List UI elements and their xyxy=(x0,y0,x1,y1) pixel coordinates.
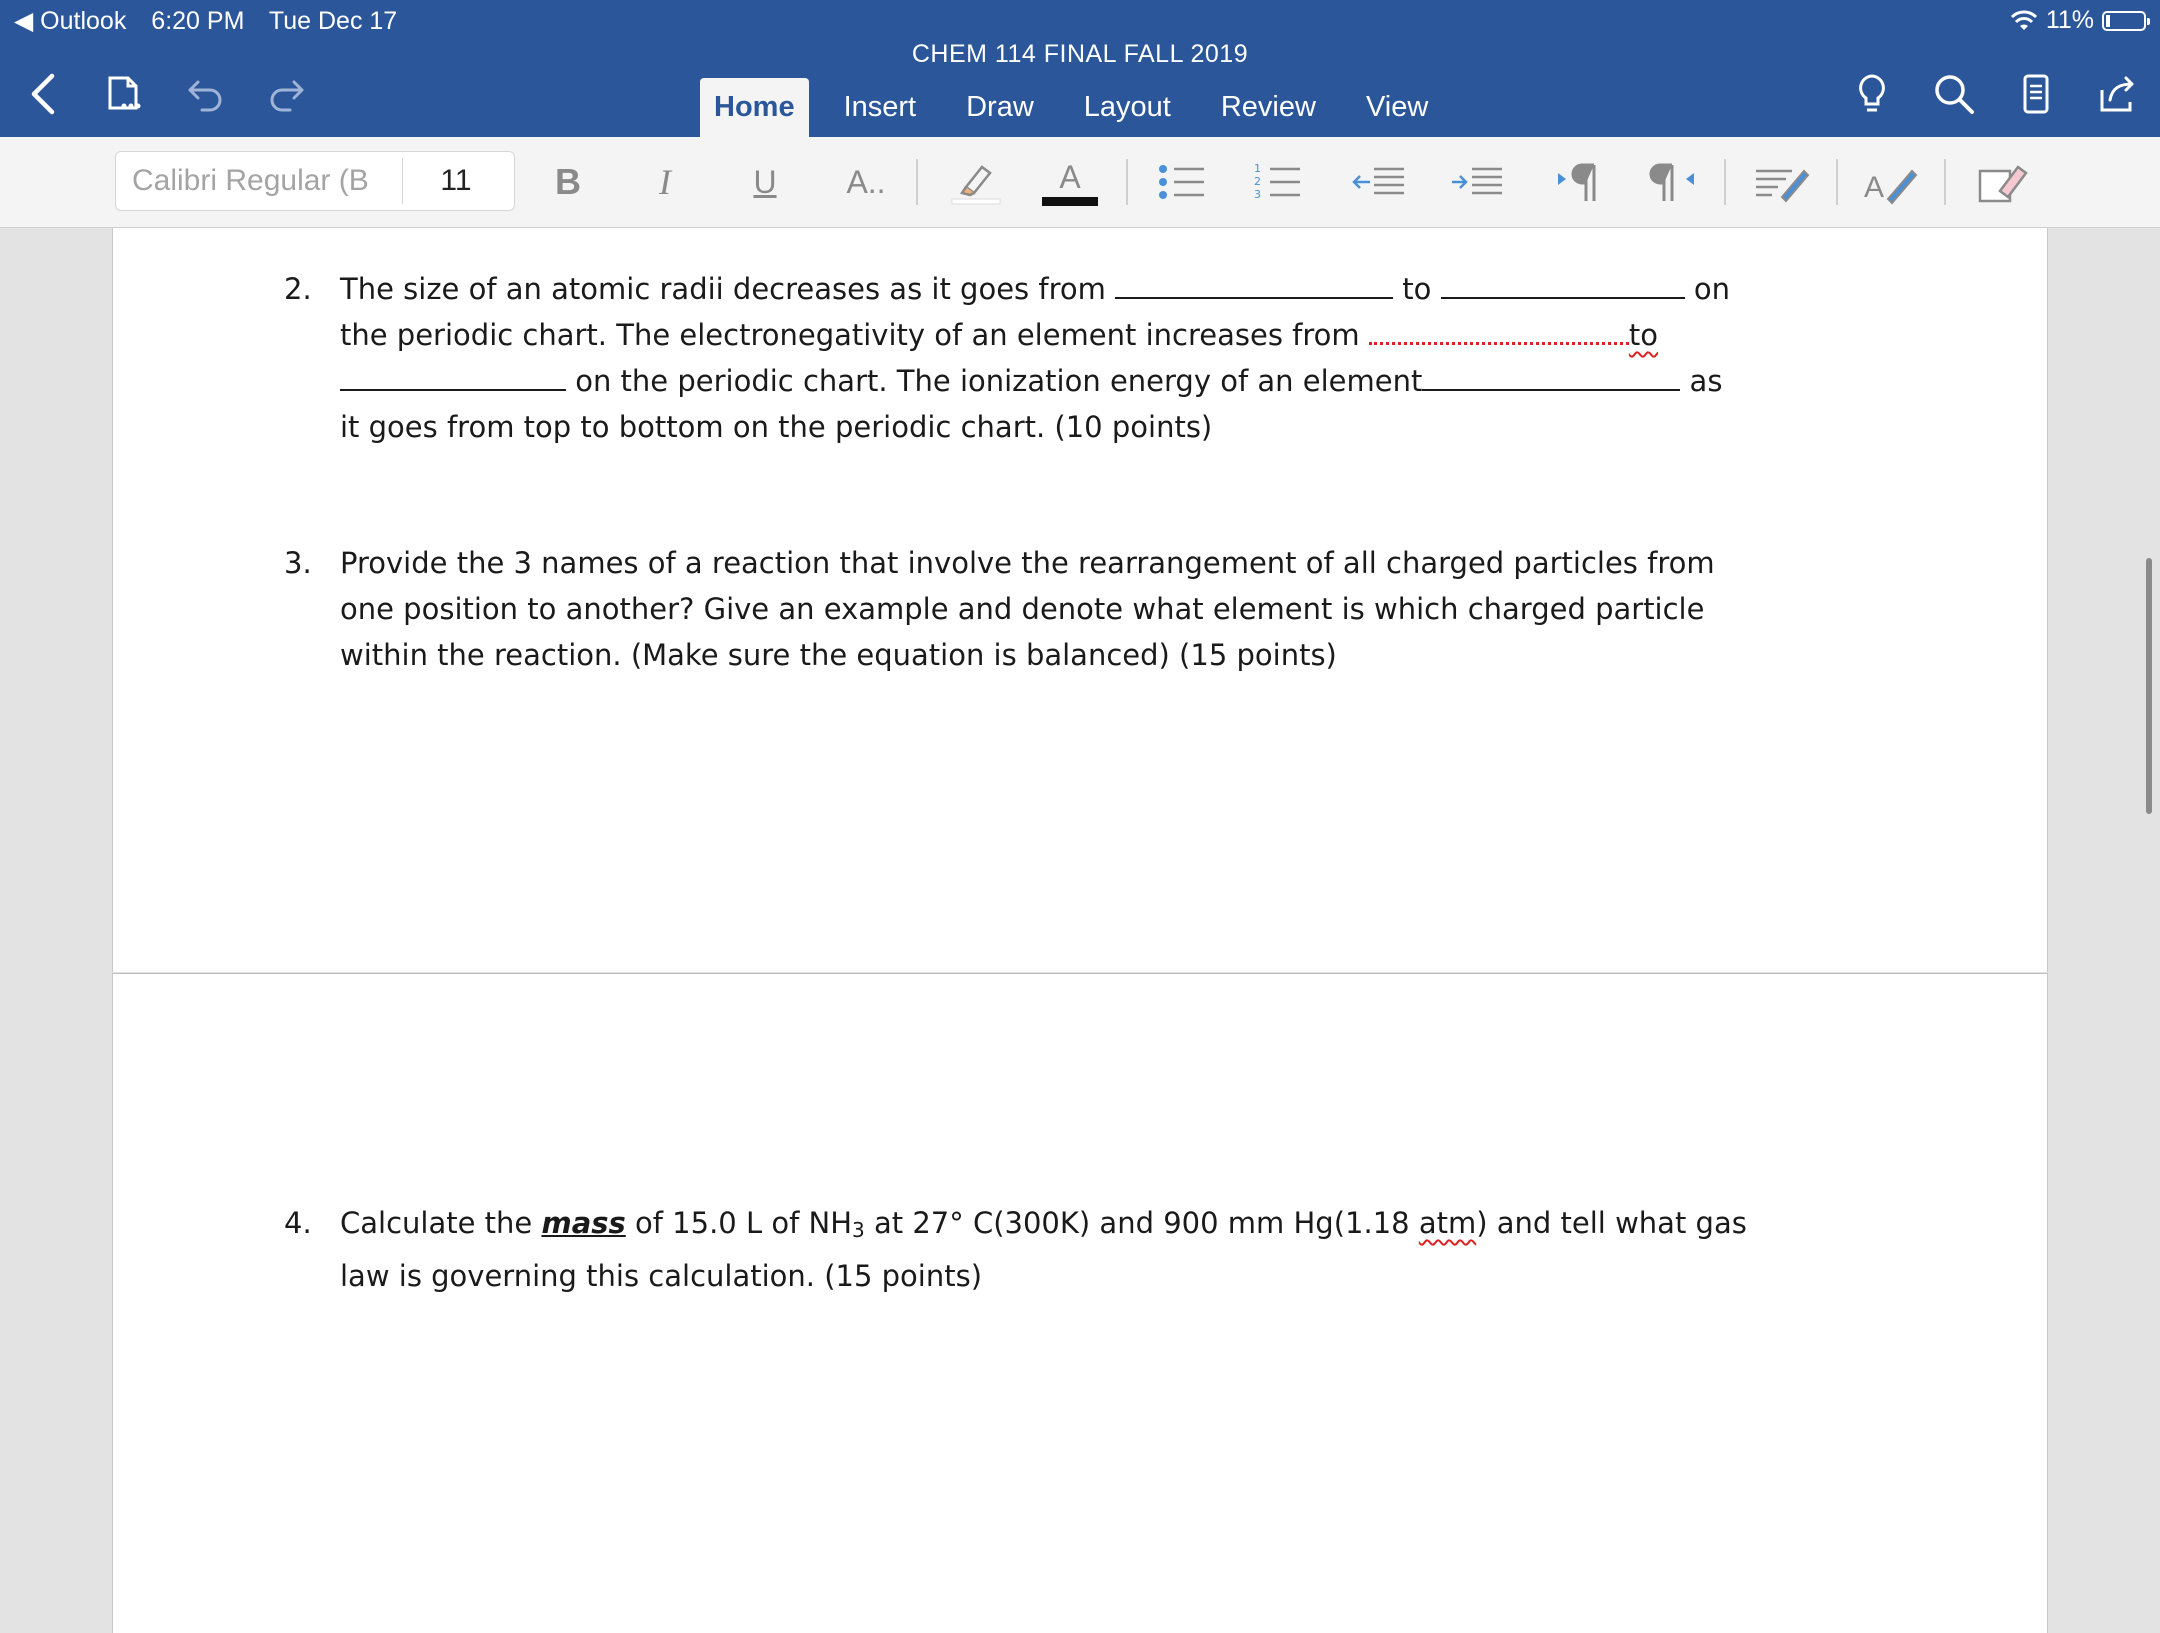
vertical-scrollbar[interactable] xyxy=(2146,558,2152,814)
decrease-indent-icon[interactable] xyxy=(1350,157,1408,207)
font-color-button[interactable]: A xyxy=(1040,157,1100,207)
ribbon-separator xyxy=(1944,159,1946,205)
text-segment: to xyxy=(1628,318,1659,352)
subscript: 3 xyxy=(852,1218,865,1242)
question-line: law is governing this calculation. (15 p… xyxy=(340,1259,983,1293)
spellcheck-word[interactable]: atm xyxy=(1419,1206,1476,1240)
question-line: The size of an atomic radii decreases as… xyxy=(340,266,1820,312)
answer-blank[interactable] xyxy=(1440,267,1685,299)
highlighter-icon[interactable] xyxy=(948,157,1004,207)
question-number: 3. xyxy=(284,546,312,580)
text-segment: to xyxy=(1393,272,1441,306)
text-segment: on the periodic chart. The ionization en… xyxy=(566,364,1423,398)
font-color-swatch xyxy=(1042,197,1098,206)
tab-view[interactable]: View xyxy=(1351,78,1443,137)
answer-blank[interactable] xyxy=(340,359,566,391)
status-date: Tue Dec 17 xyxy=(268,7,398,35)
underline-button[interactable]: U xyxy=(740,157,790,207)
svg-text:3: 3 xyxy=(1254,188,1261,201)
text-segment: Calculate the xyxy=(340,1206,542,1240)
status-bar-left: ◀ Outlook 6:20 PM Tue Dec 17 xyxy=(14,6,415,36)
lightbulb-icon[interactable] xyxy=(1846,68,1898,120)
text-segment: as xyxy=(1680,364,1723,398)
clear-formatting-icon[interactable] xyxy=(1970,157,2032,207)
text-segment: The size of an atomic radii decreases as… xyxy=(340,272,1116,306)
question-text: The size of an atomic radii decreases as… xyxy=(340,266,1820,450)
undo-icon[interactable] xyxy=(180,68,232,120)
question-number: 4. xyxy=(284,1206,312,1240)
question-line: the periodic chart. The electronegativit… xyxy=(340,312,1820,358)
question-line: within the reaction. (Make sure the equa… xyxy=(340,638,1337,672)
question-number: 2. xyxy=(284,272,312,306)
text-segment: at 27° C(300K) and 900 mm Hg(1.18 xyxy=(864,1206,1419,1240)
font-box-divider xyxy=(402,158,403,204)
font-selector[interactable]: Calibri Regular (B 11 xyxy=(115,151,515,211)
font-name-field[interactable]: Calibri Regular (B xyxy=(132,152,402,210)
bullet-list-icon[interactable] xyxy=(1154,157,1212,207)
question-line: one position to another? Give an example… xyxy=(340,592,1705,626)
text-segment: the periodic chart. The electronegativit… xyxy=(340,318,1369,352)
tab-draw[interactable]: Draw xyxy=(951,78,1049,137)
answer-blank[interactable] xyxy=(1115,267,1394,299)
battery-icon xyxy=(2102,10,2150,31)
document-page-2[interactable] xyxy=(112,973,2048,1633)
tab-insert[interactable]: Insert xyxy=(829,78,932,137)
font-size-field[interactable]: 11 xyxy=(416,152,496,210)
document-title: CHEM 114 FINAL FALL 2019 xyxy=(911,40,1249,68)
tab-review[interactable]: Review xyxy=(1206,78,1331,137)
font-effects-button[interactable]: A.. xyxy=(836,157,896,207)
question-line: Provide the 3 names of a reaction that i… xyxy=(340,546,1715,580)
search-icon[interactable] xyxy=(1928,68,1980,120)
text-segment: on xyxy=(1684,272,1730,306)
question-line: on the periodic chart. The ionization en… xyxy=(340,358,1820,404)
bold-button[interactable]: B xyxy=(543,157,593,207)
wifi-icon xyxy=(2010,10,2037,30)
answer-blank[interactable] xyxy=(1422,359,1681,391)
back-to-app-link[interactable]: ◀ Outlook xyxy=(14,7,126,35)
svg-text:2: 2 xyxy=(1254,175,1261,188)
app-header: ◀ Outlook 6:20 PM Tue Dec 17 11% CHEM 11… xyxy=(0,0,2160,137)
home-ribbon: Calibri Regular (B 11 B I U A.. A 1 2 3 xyxy=(0,137,2160,228)
numbered-list-icon[interactable]: 1 2 3 xyxy=(1250,157,1308,207)
redo-icon[interactable] xyxy=(260,68,312,120)
italic-button[interactable]: I xyxy=(640,157,690,207)
ribbon-separator xyxy=(916,159,918,205)
ribbon-separator xyxy=(1724,159,1726,205)
emphasized-word: mass xyxy=(541,1206,626,1240)
ltr-paragraph-icon[interactable] xyxy=(1552,157,1606,207)
tab-home[interactable]: Home xyxy=(700,78,809,137)
text-segment: ) and tell what gas xyxy=(1476,1206,1747,1240)
ribbon-tabs: Home Insert Draw Layout Review View xyxy=(700,78,1463,137)
question-text: Provide the 3 names of a reaction that i… xyxy=(340,540,1820,678)
answer-blank[interactable] xyxy=(1368,312,1629,345)
share-icon[interactable] xyxy=(2092,68,2144,120)
svg-text:1: 1 xyxy=(1254,162,1261,175)
status-bar-right: 11% xyxy=(2010,6,2150,35)
svg-text:A: A xyxy=(1864,171,1884,204)
paragraph-styles-icon[interactable] xyxy=(1752,157,1812,207)
question-line: it goes from top to bottom on the period… xyxy=(340,410,1213,444)
ribbon-separator xyxy=(1126,159,1128,205)
styles-icon[interactable]: A xyxy=(1862,157,1922,207)
mobile-view-icon[interactable] xyxy=(2010,68,2062,120)
ribbon-separator xyxy=(1836,159,1838,205)
question-line: Calculate the mass of 15.0 L of NH3 at 2… xyxy=(340,1200,1820,1253)
question-text: Calculate the mass of 15.0 L of NH3 at 2… xyxy=(340,1200,1820,1299)
rtl-paragraph-icon[interactable] xyxy=(1646,157,1700,207)
font-color-letter: A xyxy=(1059,159,1081,195)
battery-percent: 11% xyxy=(2045,6,2094,34)
back-chevron-icon[interactable] xyxy=(18,68,70,120)
text-segment: of 15.0 L of NH xyxy=(625,1206,853,1240)
file-menu-icon[interactable] xyxy=(100,68,152,120)
increase-indent-icon[interactable] xyxy=(1448,157,1506,207)
tab-layout[interactable]: Layout xyxy=(1069,78,1186,137)
status-time: 6:20 PM xyxy=(151,7,245,35)
